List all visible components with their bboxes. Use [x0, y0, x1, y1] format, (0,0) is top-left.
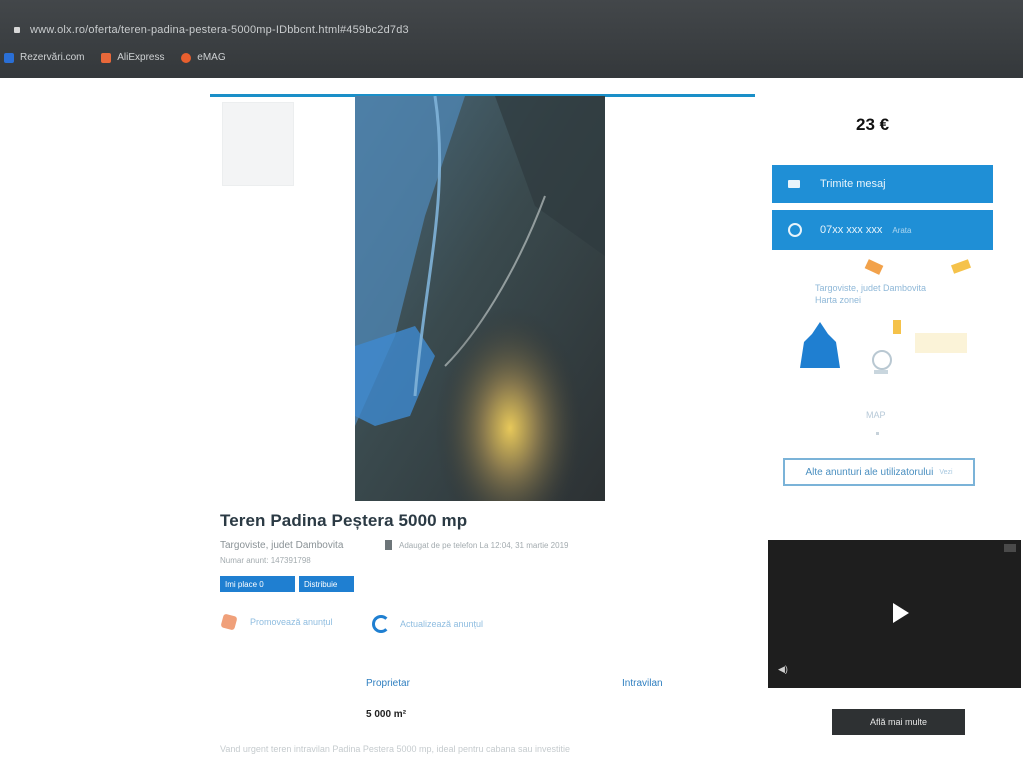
learn-more-label: Află mai multe: [869, 717, 928, 727]
bookmark-label: Rezervări.com: [20, 52, 85, 63]
seller-location[interactable]: Targoviste, judet Dambovita Harta zonei: [815, 282, 940, 306]
play-icon[interactable]: [893, 603, 909, 623]
decoration-icon: [951, 259, 971, 274]
aliexpress-icon: [101, 52, 112, 63]
phone-icon: [385, 540, 392, 550]
listing-location[interactable]: Targoviste, judet Dambovita: [220, 540, 343, 551]
faint-label: MAP: [866, 410, 886, 420]
listing-added: Adaugat de pe telefon La 12:04, 31 marti…: [385, 540, 568, 550]
spec-label-owner[interactable]: Proprietar: [366, 678, 410, 689]
bookmark-rezervari[interactable]: Rezervări.com: [4, 52, 84, 63]
decoration-icon: [893, 320, 901, 334]
user-avatar-icon: [800, 322, 840, 368]
other-ads-button[interactable]: Alte anunturi ale utilizatorului Vezi: [783, 458, 975, 486]
refresh-icon: [372, 615, 390, 633]
promote-icon: [220, 613, 238, 631]
address-bar-url: www.olx.ro/oferta/teren-padina-pestera-5…: [30, 24, 409, 36]
address-bar[interactable]: www.olx.ro/oferta/teren-padina-pestera-5…: [14, 24, 409, 36]
spec-label-zone[interactable]: Intravilan: [622, 678, 663, 689]
show-phone-sub: Arata: [892, 225, 912, 235]
spec-value-area: 5 000 m²: [366, 709, 407, 720]
bookmark-label: eMAG: [197, 52, 226, 63]
map-marker-icon: [864, 259, 884, 275]
bookmark-icon: [4, 52, 14, 63]
listing-added-text: Adaugat de pe telefon La 12:04, 31 marti…: [399, 540, 569, 550]
listing-description: Vand urgent teren intravilan Padina Pest…: [220, 744, 571, 754]
decoration-shape: [915, 333, 967, 353]
listing-title: Teren Padina Peștera 5000 mp: [220, 511, 468, 530]
volume-icon[interactable]: ◀): [778, 664, 788, 675]
phone-number: 07xx xxx xxx: [820, 224, 883, 236]
show-phone-button[interactable]: 07xx xxx xxx Arata: [772, 210, 993, 250]
site-info-icon[interactable]: [14, 27, 20, 34]
ad-info-icon[interactable]: [1004, 544, 1016, 552]
share-button[interactable]: Distribuie: [299, 576, 354, 592]
ad-number: Numar anunt: 147391798: [220, 556, 311, 565]
phone-icon: [788, 223, 802, 237]
emag-icon: [181, 52, 192, 63]
learn-more-button[interactable]: Află mai multe: [832, 709, 965, 735]
other-ads-sub: Vezi: [939, 468, 953, 476]
share-label: Distribuie: [304, 579, 338, 589]
browser-toolbar: www.olx.ro/oferta/teren-padina-pestera-5…: [0, 0, 1023, 78]
like-label: Imi place 0: [225, 579, 264, 589]
refresh-label: Actualizează anunțul: [400, 619, 484, 629]
price: 23 €: [856, 115, 890, 134]
promote-ad-link[interactable]: Promovează anunțul: [220, 613, 333, 631]
other-ads-label: Alte anunturi ale utilizatorului: [805, 466, 934, 478]
gallery-thumbnail[interactable]: [222, 102, 294, 186]
listing-photo[interactable]: [355, 96, 605, 501]
refresh-ad-link[interactable]: Actualizează anunțul: [372, 615, 483, 633]
bookmark-label: AliExpress: [117, 52, 165, 63]
send-message-label: Trimite mesaj: [820, 178, 886, 190]
location-pin-icon: [872, 350, 892, 370]
promote-label: Promovează anunțul: [250, 617, 333, 627]
location-base-icon: [874, 370, 888, 374]
envelope-icon: [788, 180, 800, 188]
like-button[interactable]: Imi place 0: [220, 576, 295, 592]
divider-dot: [876, 432, 879, 435]
send-message-button[interactable]: Trimite mesaj: [772, 165, 993, 203]
bookmark-emag[interactable]: eMAG: [181, 52, 226, 63]
bookmark-aliexpress[interactable]: AliExpress: [101, 52, 165, 63]
bookmarks-bar: Rezervări.com AliExpress eMAG: [0, 52, 240, 66]
